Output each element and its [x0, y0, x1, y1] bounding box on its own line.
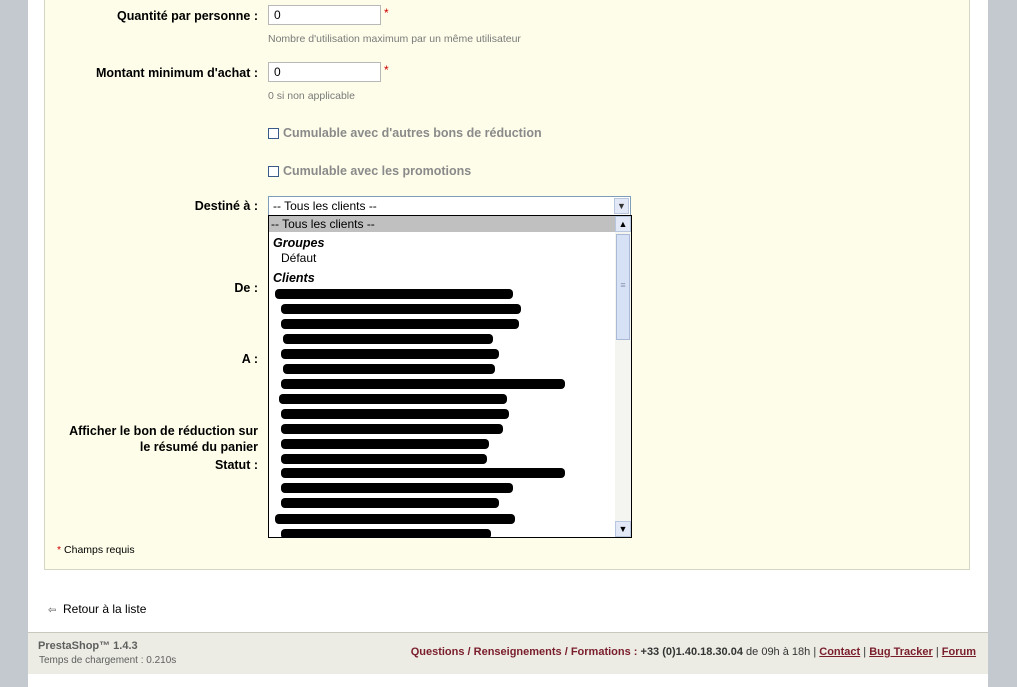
redacted-client-option[interactable]: [281, 379, 565, 389]
back-to-list-label: Retour à la liste: [63, 602, 147, 616]
footer: PrestaShop™ 1.4.3 Temps de chargement : …: [28, 632, 988, 674]
page-background-right: [988, 0, 1017, 687]
quantity-input[interactable]: [268, 5, 381, 25]
minimum-amount-input[interactable]: [268, 62, 381, 82]
redacted-client-option[interactable]: [281, 319, 519, 329]
redacted-client-option[interactable]: [279, 394, 507, 404]
back-to-list-link[interactable]: ⇦ Retour à la liste: [48, 602, 146, 616]
footer-forum-link[interactable]: Forum: [942, 646, 976, 658]
redacted-client-option[interactable]: [281, 439, 489, 449]
display-cart-label-line1: Afficher le bon de réduction sur: [69, 424, 258, 438]
cumul-promos-checkbox[interactable]: [268, 166, 279, 177]
dropdown-scrollbar[interactable]: ▲ ≡ ▼: [615, 216, 631, 537]
footer-hours: de 09h à 18h |: [746, 646, 817, 658]
destine-label: Destiné à :: [194, 199, 258, 213]
customer-dropdown-list[interactable]: -- Tous les clients -- Groupes Défaut Cl…: [268, 215, 632, 538]
footer-load-time: Temps de chargement : 0.210s: [39, 655, 177, 666]
footer-contact-link[interactable]: Contact: [819, 646, 860, 658]
required-star: *: [384, 63, 389, 77]
footer-questions: Questions / Renseignements / Formations …: [410, 646, 638, 658]
option-group-default[interactable]: Défaut: [281, 251, 316, 265]
redacted-client-option[interactable]: [283, 334, 493, 344]
redacted-client-option[interactable]: [281, 529, 491, 537]
optgroup-clients: Clients: [273, 271, 315, 285]
footer-separator: |: [935, 646, 939, 658]
customer-select-value: -- Tous les clients --: [273, 199, 377, 213]
redacted-client-option[interactable]: [281, 468, 565, 478]
redacted-client-option[interactable]: [281, 454, 487, 464]
scrollbar-thumb[interactable]: ≡: [616, 234, 630, 340]
option-all-customers[interactable]: -- Tous les clients --: [269, 216, 615, 232]
scroll-down-icon[interactable]: ▼: [615, 521, 631, 537]
quantity-hint: Nombre d'utilisation maximum par un même…: [268, 33, 521, 45]
display-cart-label-line2: le résumé du panier: [139, 440, 258, 454]
optgroup-groups: Groupes: [273, 236, 325, 250]
minimum-amount-label: Montant minimum d'achat :: [96, 66, 258, 80]
footer-phone: +33 (0)1.40.18.30.04: [640, 646, 743, 658]
required-legend-text: Champs requis: [64, 544, 135, 556]
redacted-client-option[interactable]: [281, 409, 509, 419]
required-star: *: [384, 6, 389, 20]
date-to-label: A :: [241, 352, 258, 366]
cumul-vouchers-checkbox[interactable]: [268, 128, 279, 139]
status-label: Statut :: [214, 458, 258, 472]
redacted-client-option[interactable]: [275, 289, 513, 299]
date-from-label: De :: [234, 281, 258, 295]
required-legend: * Champs requis: [57, 544, 135, 556]
redacted-client-option[interactable]: [283, 364, 495, 374]
cumul-vouchers-label: Cumulable avec d'autres bons de réductio…: [283, 126, 542, 140]
footer-separator: |: [863, 646, 867, 658]
chevron-down-icon[interactable]: ▼: [614, 198, 629, 214]
redacted-client-option[interactable]: [281, 349, 499, 359]
minimum-amount-hint: 0 si non applicable: [268, 90, 355, 102]
cumul-promos-label: Cumulable avec les promotions: [283, 164, 472, 178]
redacted-client-option[interactable]: [281, 424, 503, 434]
redacted-client-option[interactable]: [275, 514, 515, 524]
page-background-left: [0, 0, 28, 687]
footer-bug-tracker-link[interactable]: Bug Tracker: [869, 646, 933, 658]
required-star: *: [57, 544, 62, 556]
customer-select[interactable]: -- Tous les clients -- ▼: [268, 196, 631, 216]
redacted-client-option[interactable]: [281, 483, 513, 493]
footer-brand: PrestaShop™ 1.4.3: [38, 640, 138, 652]
scroll-up-icon[interactable]: ▲: [615, 216, 631, 232]
quantity-label: Quantité par personne :: [117, 9, 258, 23]
footer-support-info: Questions / Renseignements / Formations …: [411, 646, 976, 658]
redacted-client-option[interactable]: [281, 498, 499, 508]
redacted-client-option[interactable]: [281, 304, 521, 314]
back-arrow-icon: ⇦: [48, 605, 57, 616]
